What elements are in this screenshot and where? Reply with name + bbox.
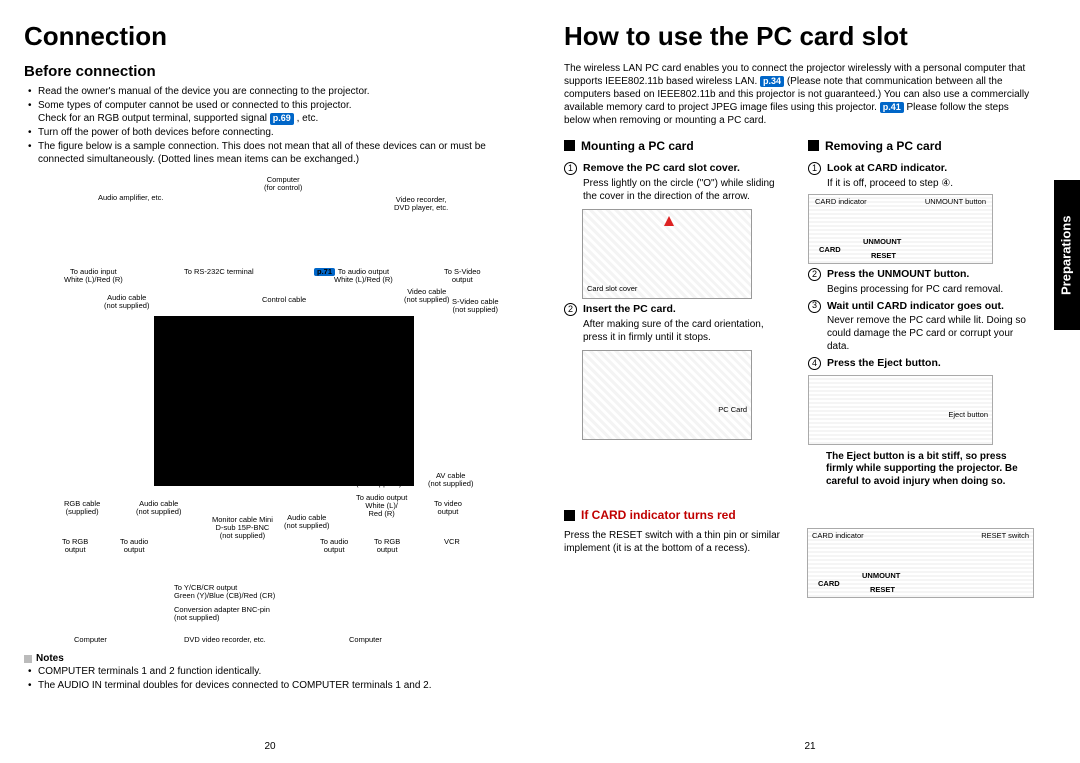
remove-step-1: 1 Look at CARD indicator. If it is off, … [808,162,1034,190]
page-ref-41: p.41 [880,102,904,114]
diag-label: Conversion adapter BNC-pin(not supplied) [174,606,270,622]
diag-label: Video cable(not supplied) [404,288,449,304]
remove-step-2: 2 Press the UNMOUNT button. Begins proce… [808,268,1034,296]
diag-label: AV cable(not supplied) [428,472,473,488]
diag-label: VCR [444,538,460,546]
square-icon [808,140,819,151]
illustration-insert-card: PC Card [582,350,752,440]
page-ref-71: p.71 [314,268,335,276]
diag-label: S-Video cable(not supplied) [452,298,499,314]
removing-heading: Removing a PC card [825,139,942,155]
intro-paragraph: The wireless LAN PC card enables you to … [564,62,1034,127]
diag-label: To S-Videooutput [444,268,481,284]
diag-label: Computer(for control) [264,176,302,192]
illustration-reset: CARD indicator RESET switch CARD UNMOUNT… [807,528,1034,598]
page-title-left: Connection [24,20,516,54]
connection-diagram: Computer(for control) Audio amplifier, e… [24,176,516,646]
diag-label: To audiooutput [320,538,348,554]
notes-heading: Notes [24,652,516,665]
diag-label: Audio cable(not supplied) [136,500,181,516]
diag-label: To audio outputWhite (L)/Red (R) [356,494,407,518]
red-indicator-text: Press the RESET switch with a thin pin o… [564,529,789,598]
square-icon [564,510,575,521]
bullet: Some types of computer cannot be used or… [28,99,516,125]
step-number-icon: 2 [808,268,821,281]
diag-label: To audio inputWhite (L)/Red (R) [64,268,123,284]
note-item: The AUDIO IN terminal doubles for device… [28,679,516,692]
mounting-heading: Mounting a PC card [581,139,694,155]
red-indicator-heading: If CARD indicator turns red [581,508,736,524]
diag-label: To Y/CB/CR outputGreen (Y)/Blue (CB)/Red… [174,584,275,600]
diag-label: Computer [349,636,382,644]
diag-label: Audio cable(not supplied) [104,294,149,310]
remove-step-3: 3 Wait until CARD indicator goes out. Ne… [808,300,1034,354]
diag-label: RGB cable(supplied) [64,500,100,516]
page-title-right: How to use the PC card slot [564,20,1034,54]
illustration-card-indicator: CARD indicator UNMOUNT button CARD UNMOU… [808,194,993,264]
bullet: Read the owner's manual of the device yo… [28,85,516,98]
diag-label: Monitor cable MiniD-sub 15P-BNC(not supp… [212,516,273,540]
arrow-up-icon [664,216,674,226]
remove-step-4: 4 Press the Eject button. [808,357,1034,371]
step-number-icon: 3 [808,300,821,313]
mount-step-2: 2 Insert the PC card. After making sure … [564,303,790,344]
step-number-icon: 2 [564,303,577,316]
side-tab-preparations: Preparations [1054,180,1080,330]
mount-step-1: 1 Remove the PC card slot cover. Press l… [564,162,790,203]
note-item: COMPUTER terminals 1 and 2 function iden… [28,665,516,678]
square-bullet-icon [24,655,32,663]
diag-label: Computer [74,636,107,644]
step-number-icon: 1 [564,162,577,175]
diag-label: RGB cable(not supplied) [356,472,401,488]
left-page: Connection Before connection Read the ow… [0,0,540,763]
step-number-icon: 1 [808,162,821,175]
page-number-left: 20 [264,740,275,753]
bullet: Turn off the power of both devices befor… [28,126,516,139]
diag-label: DVD video recorder, etc. [184,636,266,644]
removing-column: Removing a PC card 1 Look at CARD indica… [808,133,1034,489]
diag-label: Audio cable(not supplied) [284,514,329,530]
before-connection-list: Read the owner's manual of the device yo… [24,85,516,166]
diag-label: To videooutput [434,500,462,516]
page-ref-34: p.34 [760,76,784,88]
notes-list: COMPUTER terminals 1 and 2 function iden… [24,665,516,692]
illustration-eject: Eject button [808,375,993,445]
bullet: The figure below is a sample connection.… [28,140,516,166]
page-number-right: 21 [804,740,815,753]
eject-caution: The Eject button is a bit stiff, so pres… [826,451,1034,489]
mounting-column: Mounting a PC card 1 Remove the PC card … [564,133,790,489]
diag-label: To audio outputWhite (L)/Red (R) [334,268,393,284]
diag-label: Video recorder,DVD player, etc. [394,196,448,212]
diag-label: Audio amplifier, etc. [98,194,163,202]
subtitle-before-connection: Before connection [24,62,516,82]
right-page: How to use the PC card slot The wireless… [540,0,1080,763]
square-icon [564,140,575,151]
diag-label: Control cable [262,296,306,304]
diag-label: To RGBoutput [374,538,400,554]
diag-label: To audiooutput [120,538,148,554]
step-number-icon: 4 [808,357,821,370]
illustration-slot-cover: Card slot cover [582,209,752,299]
diag-label: To RGBoutput [62,538,88,554]
diag-label: To RS-232C terminal [184,268,254,276]
page-ref-69: p.69 [270,113,294,125]
